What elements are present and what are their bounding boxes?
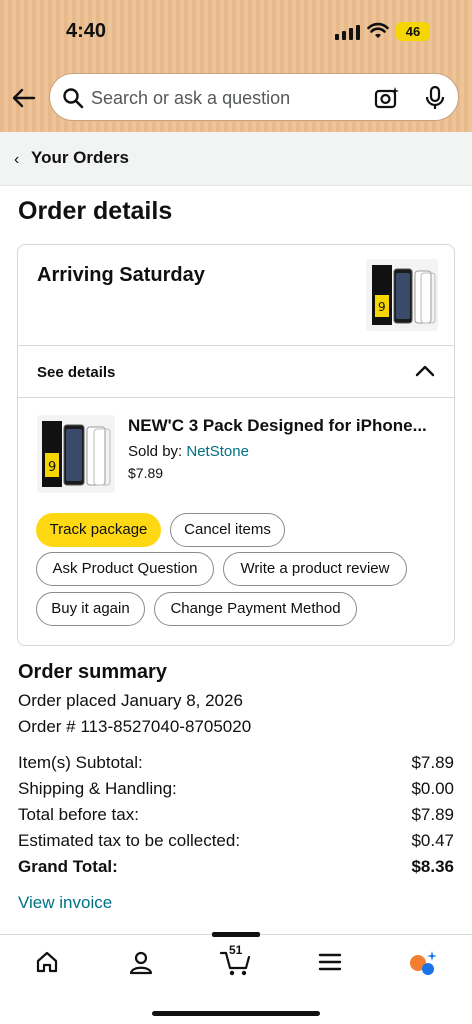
breadcrumb-your-orders[interactable]: Your Orders [31, 148, 129, 168]
back-arrow-icon[interactable] [10, 84, 38, 112]
cancel-items-button[interactable]: Cancel items [170, 513, 285, 547]
search-placeholder: Search or ask a question [91, 88, 291, 108]
divider [18, 345, 454, 346]
change-payment-method-button[interactable]: Change Payment Method [154, 592, 357, 626]
app-header: 4:40 46 Search or ask a question [0, 0, 472, 132]
product-title[interactable]: NEW'C 3 Pack Designed for iPhone... [128, 416, 427, 436]
divider [18, 397, 454, 398]
summary-value: $7.89 [411, 805, 454, 824]
product-thumbnail-small[interactable]: 9 [366, 259, 438, 331]
screen-protector-image: 9 [366, 259, 438, 331]
bottom-nav: 51 [0, 932, 472, 1024]
track-package-button[interactable]: Track package [36, 513, 161, 547]
active-tab-indicator [212, 932, 260, 937]
cart-icon[interactable] [219, 949, 253, 977]
summary-label: Grand Total: [18, 857, 118, 876]
summary-row-subtotal: Item(s) Subtotal: $7.89 [18, 753, 454, 773]
breadcrumb[interactable]: ‹ Your Orders [0, 132, 472, 186]
summary-row-tax: Estimated tax to be collected: $0.47 [18, 831, 454, 851]
summary-value: $7.89 [411, 753, 454, 772]
microphone-icon[interactable] [424, 85, 446, 111]
home-icon[interactable] [34, 949, 60, 975]
summary-label: Item(s) Subtotal: [18, 753, 143, 772]
summary-label: Estimated tax to be collected: [18, 831, 241, 850]
cellular-signal-icon [335, 24, 360, 40]
arrival-status: Arriving Saturday [37, 264, 205, 286]
summary-row-grand-total: Grand Total: $8.36 [18, 857, 454, 877]
order-placed-date: Order placed January 8, 2026 [18, 691, 243, 710]
summary-row-before-tax: Total before tax: $7.89 [18, 805, 454, 825]
svg-text:9: 9 [48, 460, 56, 475]
wifi-icon [367, 22, 389, 38]
summary-value: $0.00 [411, 779, 454, 798]
search-icon [63, 88, 84, 109]
search-bar[interactable]: Search or ask a question [49, 73, 459, 121]
summary-value: $8.36 [411, 857, 454, 876]
chevron-up-icon[interactable] [414, 360, 436, 382]
buy-it-again-button[interactable]: Buy it again [36, 592, 145, 626]
battery-indicator: 46 [396, 22, 430, 41]
ask-product-question-button[interactable]: Ask Product Question [36, 552, 214, 586]
rufus-icon[interactable] [406, 949, 438, 977]
see-details-toggle[interactable]: See details [37, 364, 115, 381]
sold-by-label: Sold by: [128, 443, 187, 460]
write-product-review-button[interactable]: Write a product review [223, 552, 407, 586]
summary-row-shipping: Shipping & Handling: $0.00 [18, 779, 454, 799]
account-icon[interactable] [128, 949, 154, 975]
order-summary-heading: Order summary [18, 661, 167, 683]
screen-protector-image: 9 [37, 415, 115, 493]
order-number: Order # 113-8527040-8705020 [18, 717, 252, 736]
product-price: $7.89 [128, 465, 164, 481]
chevron-left-icon: ‹ [14, 151, 20, 168]
status-bar: 4:40 46 [0, 0, 472, 64]
shipment-card: Arriving Saturday 9 See details 9 NEW'C … [17, 244, 455, 646]
status-time: 4:40 [66, 20, 107, 42]
page-title: Order details [18, 197, 173, 225]
camera-search-icon[interactable] [374, 85, 400, 111]
summary-value: $0.47 [411, 831, 454, 850]
summary-label: Shipping & Handling: [18, 779, 177, 798]
home-indicator [152, 1011, 320, 1016]
product-thumbnail[interactable]: 9 [37, 415, 115, 493]
summary-label: Total before tax: [18, 805, 139, 824]
seller-link[interactable]: NetStone [186, 443, 249, 460]
view-invoice-link[interactable]: View invoice [18, 893, 112, 913]
sold-by: Sold by: NetStone [128, 443, 249, 460]
menu-icon[interactable] [318, 949, 342, 975]
svg-text:9: 9 [378, 300, 386, 314]
